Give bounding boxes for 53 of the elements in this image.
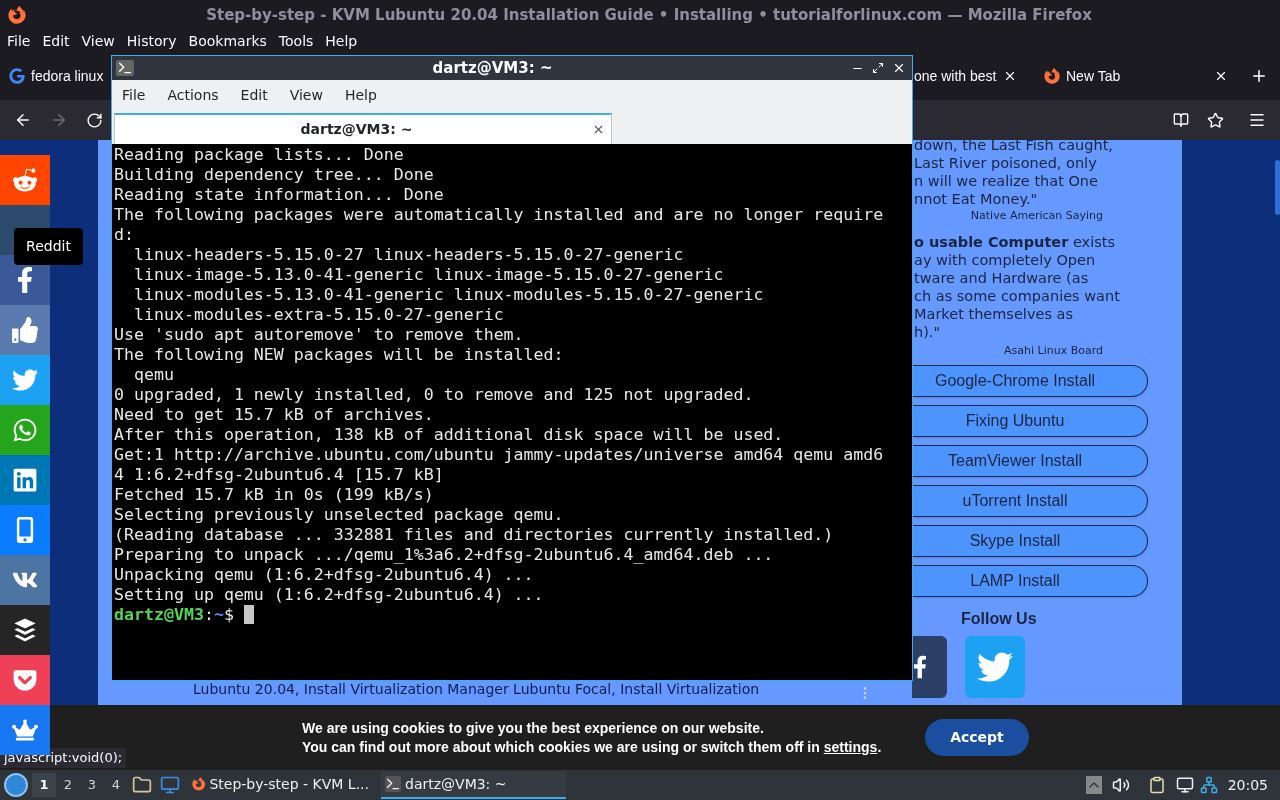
prompt-path: ~ bbox=[213, 605, 224, 625]
quote-text: ay with completely Open bbox=[914, 250, 1096, 269]
tab-label: dartz@VM3: ~ bbox=[299, 120, 414, 139]
quote-source: Native American Saying bbox=[970, 208, 1103, 224]
quote-text: tware and Hardware (as bbox=[914, 268, 1089, 287]
window-title: Step-by-step - KVM Lubuntu 20.04 Installation Guide • Installing • tutorialforlinux.com — Mozilla Firefox bbox=[205, 4, 1093, 26]
follow-us-heading: Follow Us bbox=[961, 609, 1038, 629]
quote-text: down, the Last Fish caught, bbox=[914, 136, 1113, 154]
terminal-line: d: bbox=[114, 225, 134, 245]
quote-text: Market themselves as bbox=[914, 304, 1073, 323]
terminal-line: linux-image-5.13.0-41-generic linux-image-5.15.0-27-generic bbox=[132, 265, 724, 285]
terminal-line: Setting up qemu (1:6.2+dfsg-2ubuntu6.4) ... bbox=[114, 585, 544, 605]
terminal-line: Unpacking qemu (1:6.2+dfsg-2ubuntu6.4) ... bbox=[114, 565, 534, 585]
terminal-line: After this operation, 138 kB of additional disk space will be used. bbox=[114, 425, 784, 445]
terminal-line: 0 upgraded, 1 newly installed, 0 to remove and 125 not upgraded. bbox=[114, 385, 754, 405]
terminal-line: Need to get 15.7 kB of archives. bbox=[114, 405, 434, 425]
tab-label: fedora linux bbox=[31, 66, 104, 86]
terminal-line: Reading package lists... Done bbox=[114, 145, 404, 165]
task-label: Step-by-step - KVM L... bbox=[209, 774, 369, 794]
tab-label: one with best bbox=[914, 66, 997, 86]
quote-text: ch as some companies want bbox=[914, 286, 1120, 305]
terminal-line: Building dependency tree... Done bbox=[114, 165, 434, 185]
quote-source: Asahi Linux Board bbox=[1004, 342, 1103, 359]
quote-text: Last River poisoned, only bbox=[914, 154, 1097, 172]
terminal-line: The following packages were automatically installed and are no longer require bbox=[114, 205, 884, 225]
tooltip: Reddit bbox=[14, 228, 83, 265]
cookie-message: You can find out more about which cookies we are using or switch them off in settings. bbox=[302, 737, 882, 757]
tab-label: New Tab bbox=[1066, 66, 1122, 86]
terminal-line: Get:1 http://archive.ubuntu.com/ubuntu jammy-updates/universe amd64 qemu amd6 bbox=[114, 445, 884, 465]
terminal-line: Preparing to unpack .../qemu_1%3a6.2+dfsg-2ubuntu6.4_amd64.deb ... bbox=[114, 545, 774, 565]
quote-text: nnot Eat Money." bbox=[914, 190, 1038, 208]
terminal-line: Use 'sudo apt autoremove' to remove them. bbox=[114, 325, 524, 345]
terminal-line: Selecting previously unselected package qemu. bbox=[114, 505, 564, 525]
terminal-line: qemu bbox=[132, 365, 174, 385]
task-label: dartz@VM3: ~ bbox=[405, 774, 507, 794]
prompt-user: dartz@VM3 bbox=[114, 605, 204, 625]
quote-text: n will we realize that One bbox=[914, 172, 1098, 190]
terminal-line: 4 1:6.2+dfsg-2ubuntu6.4 [15.7 kB] bbox=[114, 465, 444, 485]
prompt-symbol: $ bbox=[223, 605, 234, 625]
window-title: dartz@VM3: ~ bbox=[431, 57, 554, 79]
terminal-line: Reading state information... Done bbox=[114, 185, 444, 205]
quote-text: h)." bbox=[914, 322, 941, 341]
prompt-separator: : bbox=[203, 605, 214, 625]
terminal-line: linux-modules-5.13.0-41-generic linux-modules-5.15.0-27-generic bbox=[132, 285, 764, 305]
clock: 20:05 bbox=[1227, 775, 1268, 795]
terminal-line: (Reading database ... 332881 files and directories currently installed.) bbox=[114, 525, 834, 545]
terminal-line: linux-modules-extra-5.15.0-27-generic bbox=[132, 305, 504, 325]
terminal-line: The following NEW packages will be installed: bbox=[114, 345, 564, 365]
cookie-message: We are using cookies to give you the best experience on our website. bbox=[302, 718, 764, 738]
terminal-line: Fetched 15.7 kB in 0s (199 kB/s) bbox=[114, 485, 434, 505]
terminal-line: linux-headers-5.15.0-27 linux-headers-5.15.0-27-generic bbox=[132, 245, 684, 265]
tag-text: Lubuntu 20.04, Install Virtualization Manager Lubuntu Focal, Install Virtualization bbox=[193, 680, 760, 699]
quote-text: o usable Computer exists bbox=[914, 232, 1115, 251]
